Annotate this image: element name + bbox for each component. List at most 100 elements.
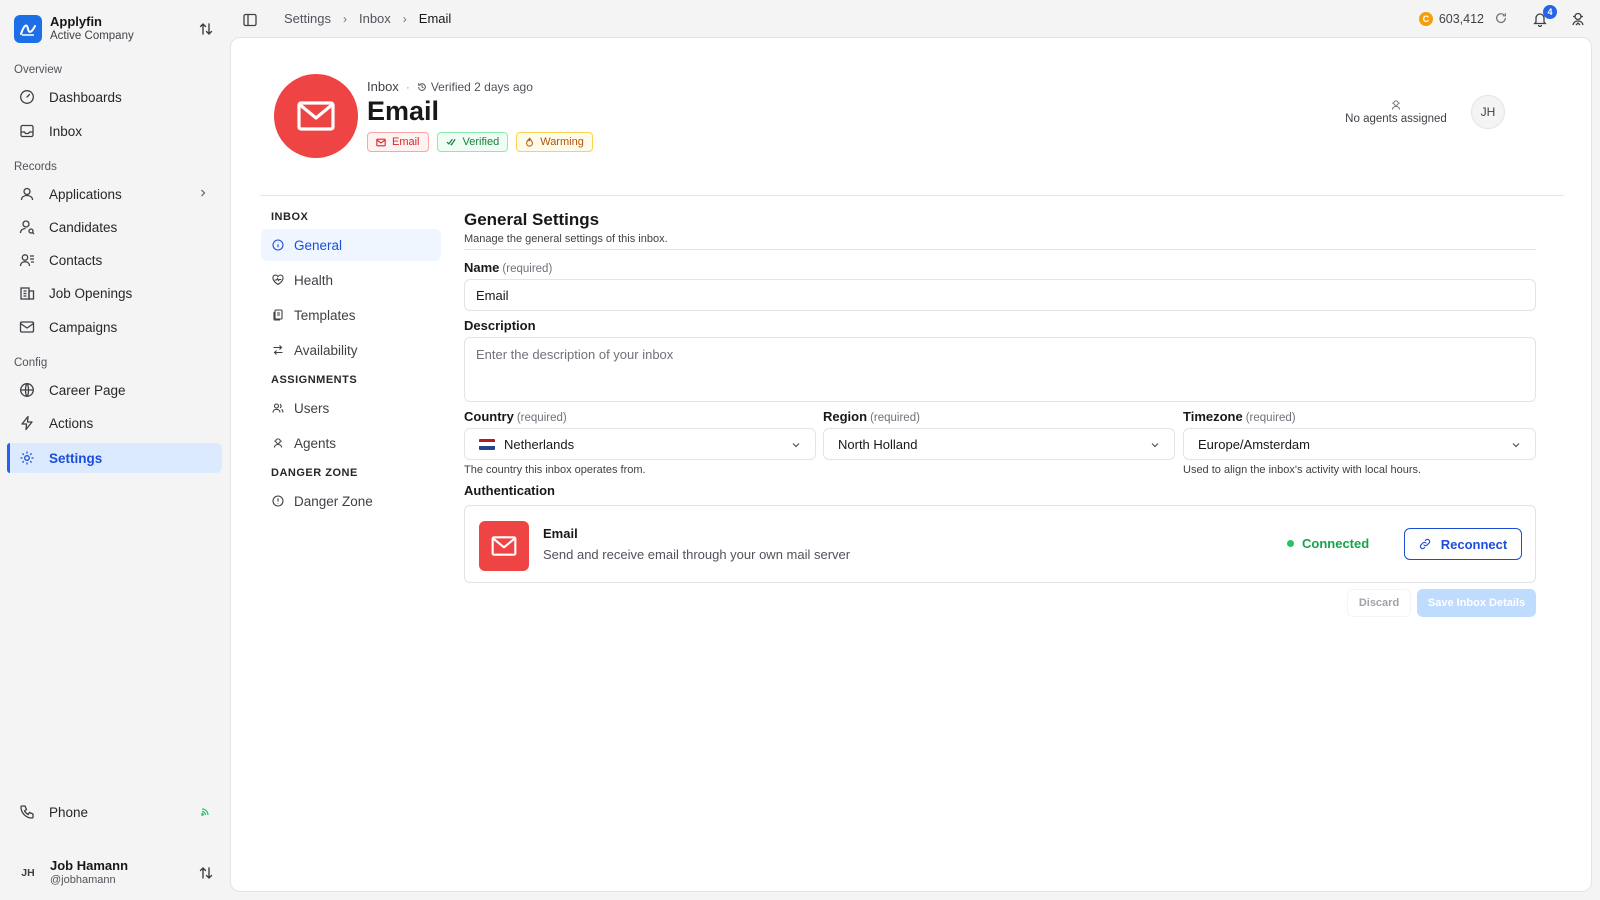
agents-assignment[interactable]: No agents assigned	[1341, 99, 1451, 125]
tag-warming: Warming	[516, 132, 593, 152]
chevron-down-icon	[1150, 440, 1160, 450]
auth-provider-name: Email	[543, 526, 578, 541]
name-field[interactable]: Email	[464, 279, 1536, 311]
sidebar-item-applications[interactable]: Applications	[7, 179, 222, 209]
main-panel: Inbox · Verified 2 days ago Email Email …	[230, 37, 1592, 892]
subnav-item-danger-zone[interactable]: Danger Zone	[261, 485, 441, 517]
separator-dot: ·	[405, 79, 410, 94]
chevron-right-icon: ›	[342, 11, 347, 26]
switch-arrows-icon[interactable]	[198, 865, 214, 881]
history-icon	[417, 82, 427, 92]
switch-arrows-icon[interactable]	[198, 21, 214, 37]
sidebar-item-label: Career Page	[49, 382, 126, 398]
section-label-records: Records	[14, 161, 57, 173]
breadcrumb-settings[interactable]: Settings	[284, 11, 331, 26]
topbar: Settings › Inbox › Email C 603,412 4	[230, 0, 1600, 38]
phone-icon	[19, 804, 35, 820]
sidebar-item-campaigns[interactable]: Campaigns	[7, 312, 222, 342]
reconnect-button[interactable]: Reconnect	[1404, 528, 1522, 560]
breadcrumb-inbox[interactable]: Inbox	[359, 11, 391, 26]
gear-icon	[19, 450, 35, 466]
sidebar-item-phone[interactable]: Phone	[7, 797, 222, 827]
agent-icon	[271, 436, 285, 450]
divider	[464, 249, 1536, 250]
save-inbox-details-button[interactable]: Save Inbox Details	[1417, 589, 1536, 617]
section-label-overview: Overview	[14, 64, 62, 76]
divider	[260, 195, 1564, 196]
timezone-help: Used to align the inbox's activity with …	[1183, 464, 1422, 476]
region-label: Region (required)	[823, 409, 920, 424]
gauge-icon	[19, 89, 35, 105]
signal-icon	[200, 807, 210, 817]
bolt-icon	[19, 415, 35, 431]
sidebar-item-label: Actions	[49, 415, 94, 431]
sidebar-item-label: Inbox	[49, 123, 83, 139]
country-label: Country (required)	[464, 409, 567, 424]
bell-icon[interactable]: 4	[1532, 5, 1557, 27]
chevron-down-icon	[791, 440, 801, 450]
credits-balance: 603,412	[1438, 12, 1484, 26]
copy-icon	[271, 308, 285, 322]
netherlands-flag-icon	[479, 438, 495, 450]
tag-email: Email	[367, 132, 429, 152]
avatar: JH	[14, 859, 42, 887]
sidebar-item-actions[interactable]: Actions	[7, 408, 222, 438]
sidebar-item-career-page[interactable]: Career Page	[7, 375, 222, 405]
subnav-heading-assignments: ASSIGNMENTS	[271, 374, 358, 386]
link-icon	[1419, 538, 1431, 550]
email-icon	[274, 74, 358, 158]
sidebar-item-job-openings[interactable]: Job Openings	[7, 278, 222, 308]
sidebar-item-inbox[interactable]: Inbox	[7, 116, 222, 146]
agent-icon[interactable]	[1570, 11, 1586, 27]
sidebar-item-label: Applications	[49, 186, 122, 202]
building-icon	[19, 285, 35, 301]
contacts-icon	[19, 252, 35, 268]
avatar[interactable]: JH	[1471, 95, 1505, 129]
sidebar-item-label: Job Openings	[49, 285, 133, 301]
inbox-icon	[19, 123, 35, 139]
inbox-type-label: Inbox	[367, 79, 399, 94]
subnav-item-templates[interactable]: Templates	[261, 299, 441, 331]
tag-verified: Verified	[436, 132, 509, 152]
breadcrumb: Settings › Inbox › Email	[284, 11, 451, 26]
sidebar-item-candidates[interactable]: Candidates	[7, 212, 222, 242]
sidebar-item-settings[interactable]: Settings	[7, 443, 222, 473]
alert-circle-icon	[271, 494, 285, 508]
sidebar-item-contacts[interactable]: Contacts	[7, 245, 222, 275]
region-select[interactable]: North Holland	[823, 428, 1175, 460]
sidebar-item-label: Contacts	[49, 252, 103, 268]
country-select[interactable]: Netherlands	[464, 428, 816, 460]
section-subtitle: Manage the general settings of this inbo…	[464, 233, 668, 245]
sidebar-item-label: Phone	[49, 804, 89, 820]
authentication-label: Authentication	[464, 483, 555, 498]
subnav-item-general[interactable]: General	[261, 229, 441, 261]
user-name: Job Hamann	[50, 858, 129, 873]
user-search-icon	[19, 219, 35, 235]
subnav-item-users[interactable]: Users	[261, 392, 441, 424]
refresh-icon[interactable]	[1494, 11, 1510, 27]
company-switcher[interactable]: Applyfin Active Company	[14, 14, 220, 44]
notification-badge: 4	[1543, 5, 1557, 19]
sidebar: Applyfin Active Company Overview Dashboa…	[0, 0, 230, 900]
subnav-item-health[interactable]: Health	[261, 264, 441, 296]
user-menu[interactable]: JH Job Hamann @jobhamann	[14, 856, 220, 890]
user-icon	[19, 186, 35, 202]
subnav-item-availability[interactable]: Availability	[261, 334, 441, 366]
auth-provider-description: Send and receive email through your own …	[543, 547, 851, 562]
status-dot-icon	[1287, 540, 1294, 547]
page-title: Email	[367, 96, 440, 126]
info-icon	[271, 238, 285, 252]
subnav-item-agents[interactable]: Agents	[261, 427, 441, 459]
sidebar-item-label: Campaigns	[49, 319, 118, 335]
sidebar-item-label: Dashboards	[49, 89, 122, 105]
chevron-down-icon	[1511, 440, 1521, 450]
timezone-select[interactable]: Europe/Amsterdam	[1183, 428, 1536, 460]
flame-icon	[525, 137, 534, 147]
chevron-right-icon: ›	[402, 11, 407, 26]
sidebar-item-dashboards[interactable]: Dashboards	[7, 82, 222, 112]
email-icon	[479, 521, 529, 571]
discard-button[interactable]: Discard	[1347, 589, 1411, 617]
description-field[interactable]: Enter the description of your inbox	[464, 337, 1536, 402]
subnav-heading-inbox: INBOX	[271, 211, 309, 223]
sidebar-toggle-icon[interactable]	[242, 12, 258, 28]
